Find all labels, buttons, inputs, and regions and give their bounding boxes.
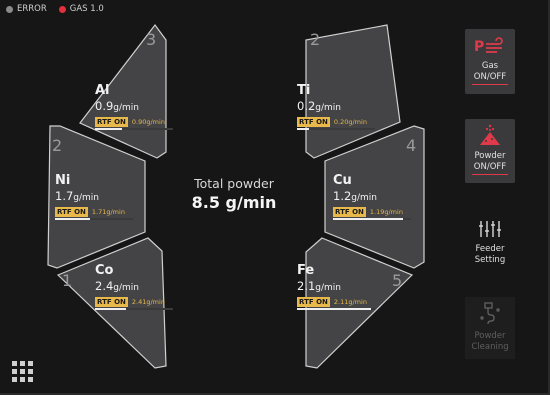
feeder-rate-co: 2.4g/min (95, 279, 140, 293)
rtf-badge-co[interactable]: RTF ON (95, 297, 128, 307)
feeder-slot-number-co: 1 (62, 271, 72, 290)
feeder-rate-cu: 1.2g/min (333, 189, 378, 203)
rtf-value-ni: 1.71g/min (91, 208, 125, 216)
rtf-badge-fe[interactable]: RTF ON (297, 297, 330, 307)
rtf-bar-al (95, 128, 173, 130)
feeder-info-fe: Fe 2.1g/min RTF ON 2.11g/min (297, 264, 375, 310)
feeder-info-cu: Cu 1.2g/min RTF ON 1.19g/min (333, 174, 411, 220)
feeder-setting-label-2: Setting (474, 255, 506, 265)
rtf-bar-fill-ti (297, 128, 309, 130)
rtf-bar-fill-al (95, 128, 123, 130)
feeder-name-ni: Ni (55, 173, 71, 188)
rtf-bar-fill-co (95, 308, 127, 310)
rtf-bar-fill-cu (333, 218, 404, 220)
rtf-badge-ti[interactable]: RTF ON (297, 117, 330, 127)
total-powder: Total powder 8.5 g/min (188, 176, 280, 212)
powder-button-label: Powder (474, 151, 506, 161)
rtf-bar-cu (333, 218, 411, 220)
gas-flow-icon: P (474, 37, 503, 55)
total-powder-value: 8.5 g/min (191, 193, 277, 212)
gas-button-state: ON/OFF (473, 72, 507, 82)
feeder-rate-fe: 2.1g/min (297, 279, 342, 293)
feeder-info-ti: Ti 0.2g/min RTF ON 0.20g/min (297, 84, 375, 130)
feeder-slot-number-ni: 2 (52, 136, 62, 155)
feeder-name-fe: Fe (297, 263, 315, 278)
feeder-rate-ni: 1.7g/min (55, 189, 100, 203)
rtf-badge-al[interactable]: RTF ON (95, 117, 128, 127)
rtf-bar-fe (297, 308, 375, 310)
powder-pile-icon (480, 124, 500, 145)
powder-cleaning-label-1: Powder (474, 331, 506, 341)
rtf-bar-co (95, 308, 173, 310)
feeder-info-co: Co 2.4g/min RTF ON 2.41g/min (95, 264, 173, 310)
gas-toggle-button[interactable]: P Gas ON/OFF (465, 29, 515, 94)
powder-cleaning-button[interactable]: Powder Cleaning (465, 297, 515, 359)
rtf-bar-fill-fe (297, 308, 372, 310)
powder-button-underline (472, 174, 508, 175)
sliders-icon (479, 221, 501, 237)
feeder-info-ni: Ni 1.7g/min RTF ON 1.71g/min (55, 174, 133, 220)
rtf-badge-ni[interactable]: RTF ON (55, 207, 88, 217)
feeder-name-al: Al (95, 83, 110, 98)
gas-button-label: Gas (481, 61, 499, 71)
rtf-value-co: 2.41g/min (131, 298, 165, 306)
rtf-bar-fill-ni (55, 218, 91, 220)
feeder-setting-button[interactable]: Feeder Setting (465, 214, 515, 270)
feeder-slot-number-al: 3 (146, 30, 156, 49)
feeder-rate-ti: 0.2g/min (297, 99, 342, 113)
powder-button-state: ON/OFF (473, 162, 507, 172)
feeder-slot-number-fe: 5 (392, 271, 402, 290)
feeder-rate-al: 0.9g/min (95, 99, 140, 113)
rtf-value-al: 0.90g/min (131, 118, 165, 126)
feeder-slot-number-cu: 4 (406, 136, 416, 155)
rtf-bar-ti (297, 128, 375, 130)
feeder-name-cu: Cu (333, 173, 352, 188)
rtf-bar-ni (55, 218, 133, 220)
rtf-value-cu: 1.19g/min (369, 208, 403, 216)
rtf-badge-cu[interactable]: RTF ON (333, 207, 366, 217)
powder-toggle-button[interactable]: Powder ON/OFF (465, 119, 515, 183)
svg-text:P: P (474, 39, 484, 55)
grid-menu-icon[interactable] (12, 361, 34, 383)
feeder-name-ti: Ti (297, 83, 311, 98)
cleaning-icon (480, 302, 500, 325)
rtf-value-fe: 2.11g/min (333, 298, 367, 306)
gas-button-underline (472, 84, 508, 85)
total-powder-label: Total powder (194, 176, 274, 191)
powder-cleaning-label-2: Cleaning (471, 342, 509, 352)
feeder-setting-label-1: Feeder (475, 244, 505, 254)
feeder-info-al: Al 0.9g/min RTF ON 0.90g/min (95, 84, 173, 130)
rtf-value-ti: 0.20g/min (333, 118, 367, 126)
feeder-name-co: Co (95, 263, 114, 278)
feeder-slot-number-ti: 2 (310, 30, 320, 49)
